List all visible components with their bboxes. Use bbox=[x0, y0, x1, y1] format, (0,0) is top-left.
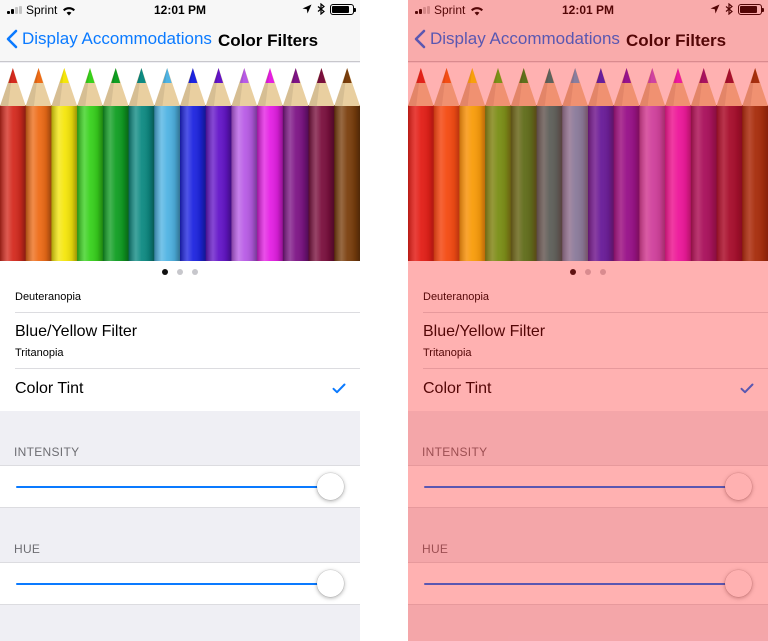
pencil bbox=[128, 68, 155, 261]
page-dot[interactable] bbox=[162, 269, 168, 275]
pencil bbox=[562, 68, 589, 261]
pencil bbox=[510, 68, 538, 261]
list-item-color-tint[interactable]: Color Tint bbox=[408, 369, 768, 411]
pencil bbox=[433, 68, 460, 261]
pencil bbox=[613, 68, 640, 261]
list-item-subtitle: Tritanopia bbox=[15, 347, 64, 359]
back-button[interactable]: Display Accommodations bbox=[6, 29, 212, 49]
hue-section-header: HUE bbox=[14, 542, 41, 556]
pencil bbox=[102, 68, 130, 261]
checkmark-icon bbox=[332, 383, 346, 394]
battery-icon bbox=[738, 3, 764, 15]
intensity-slider-thumb[interactable] bbox=[316, 473, 344, 500]
slider-track bbox=[16, 486, 328, 488]
pencil bbox=[408, 68, 435, 261]
hue-section-header: HUE bbox=[422, 542, 449, 556]
navigation-bar: Display Accommodations Color Filters bbox=[0, 20, 360, 62]
intensity-slider-thumb[interactable] bbox=[724, 473, 752, 500]
hue-slider[interactable] bbox=[0, 562, 360, 605]
status-bar: Sprint 12:01 PM bbox=[408, 0, 768, 20]
hue-slider-thumb[interactable] bbox=[724, 570, 752, 597]
pencil bbox=[231, 68, 258, 261]
list-item-color-tint[interactable]: Color Tint bbox=[0, 369, 360, 411]
pencils-illustration bbox=[408, 68, 768, 261]
checkmark-icon bbox=[740, 383, 754, 394]
list-item-subtitle: Deuteranopia bbox=[423, 291, 490, 303]
slider-track bbox=[424, 486, 736, 488]
pencil bbox=[205, 68, 232, 261]
pencil bbox=[282, 68, 310, 261]
pencil bbox=[77, 68, 104, 261]
page-dot[interactable] bbox=[177, 269, 183, 275]
pencil bbox=[742, 68, 768, 261]
pencil bbox=[716, 68, 743, 261]
battery-level bbox=[332, 5, 349, 13]
list-item-title: Blue/Yellow Filter bbox=[423, 323, 546, 340]
pencil bbox=[51, 68, 78, 261]
pencil bbox=[639, 68, 666, 261]
page-indicator[interactable] bbox=[408, 261, 768, 283]
back-button-label: Display Accommodations bbox=[22, 29, 212, 48]
pencil bbox=[257, 68, 284, 261]
list-item-title: Color Tint bbox=[423, 380, 492, 397]
phone-screen-original: Sprint 12:01 PM Display Accommodations C… bbox=[0, 0, 360, 641]
hue-slider-thumb[interactable] bbox=[316, 570, 344, 597]
page-dot[interactable] bbox=[600, 269, 606, 275]
list-item-title: Color Tint bbox=[15, 380, 84, 397]
list-item-subtitle: Tritanopia bbox=[423, 347, 472, 359]
pencil bbox=[0, 68, 27, 261]
pencil bbox=[154, 68, 181, 261]
page-title: Color Filters bbox=[626, 31, 727, 50]
chevron-left-icon bbox=[6, 29, 18, 49]
pencils-illustration bbox=[0, 68, 360, 261]
list-item-blue-yellow-filter[interactable]: Blue/Yellow Filter Tritanopia bbox=[408, 313, 768, 369]
pencil bbox=[459, 68, 486, 261]
intensity-slider[interactable] bbox=[408, 465, 768, 508]
page-dot[interactable] bbox=[192, 269, 198, 275]
list-item-red-green-filter[interactable]: Deuteranopia bbox=[0, 283, 360, 313]
pencil bbox=[665, 68, 692, 261]
hue-slider[interactable] bbox=[408, 562, 768, 605]
page-dot[interactable] bbox=[585, 269, 591, 275]
intensity-section-header: INTENSITY bbox=[422, 445, 488, 459]
pencil bbox=[588, 68, 615, 261]
phone-screen-tinted: Sprint 12:01 PM Display Accommodations C… bbox=[408, 0, 768, 641]
pencil bbox=[690, 68, 718, 261]
intensity-section-header: INTENSITY bbox=[14, 445, 80, 459]
color-pencils-preview[interactable] bbox=[0, 63, 360, 261]
location-arrow-icon bbox=[302, 4, 312, 14]
location-arrow-icon bbox=[710, 4, 720, 14]
slider-track bbox=[16, 583, 328, 585]
chevron-left-icon bbox=[414, 29, 426, 49]
filter-list: Deuteranopia Blue/Yellow Filter Tritanop… bbox=[0, 283, 360, 411]
pencil bbox=[25, 68, 52, 261]
page-title: Color Filters bbox=[218, 31, 319, 50]
page-indicator[interactable] bbox=[0, 261, 360, 283]
pencil bbox=[485, 68, 512, 261]
page-dot[interactable] bbox=[570, 269, 576, 275]
back-button[interactable]: Display Accommodations bbox=[414, 29, 620, 49]
filter-list: Deuteranopia Blue/Yellow Filter Tritanop… bbox=[408, 283, 768, 411]
list-item-red-green-filter[interactable]: Deuteranopia bbox=[408, 283, 768, 313]
battery-icon bbox=[330, 3, 356, 15]
slider-track bbox=[424, 583, 736, 585]
back-button-label: Display Accommodations bbox=[430, 29, 620, 48]
pencil bbox=[536, 68, 563, 261]
list-item-blue-yellow-filter[interactable]: Blue/Yellow Filter Tritanopia bbox=[0, 313, 360, 369]
list-item-title: Blue/Yellow Filter bbox=[15, 323, 138, 340]
intensity-slider[interactable] bbox=[0, 465, 360, 508]
pencil bbox=[180, 68, 207, 261]
status-bar: Sprint 12:01 PM bbox=[0, 0, 360, 20]
list-item-subtitle: Deuteranopia bbox=[15, 291, 82, 303]
pencil bbox=[308, 68, 335, 261]
bluetooth-icon bbox=[317, 3, 325, 15]
color-pencils-preview[interactable] bbox=[408, 63, 768, 261]
battery-level bbox=[740, 5, 757, 13]
navigation-bar: Display Accommodations Color Filters bbox=[408, 20, 768, 62]
pencil bbox=[334, 68, 360, 261]
bluetooth-icon bbox=[725, 3, 733, 15]
